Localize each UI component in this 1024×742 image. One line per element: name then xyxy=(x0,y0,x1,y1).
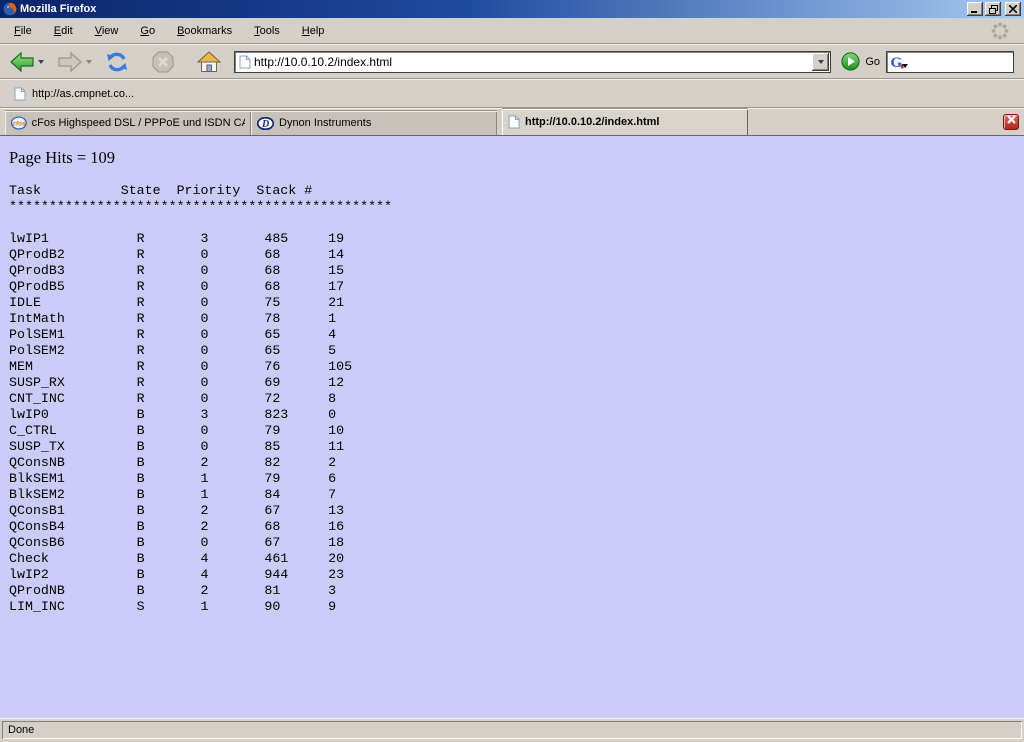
go-button[interactable]: Go xyxy=(841,52,880,71)
page-icon xyxy=(14,87,26,101)
bookmark-item[interactable]: http://as.cmpnet.co... xyxy=(8,84,140,104)
tab-index-active[interactable]: http://10.0.10.2/index.html xyxy=(502,108,748,135)
menu-edit[interactable]: Edit xyxy=(46,22,81,40)
reload-button[interactable] xyxy=(104,49,130,75)
titlebar: Mozilla Firefox xyxy=(0,0,1024,18)
home-icon xyxy=(197,51,221,73)
page-icon xyxy=(239,55,251,69)
menu-help[interactable]: Help xyxy=(294,22,333,40)
close-icon xyxy=(1009,5,1017,13)
firefox-icon xyxy=(3,2,17,16)
svg-text:G: G xyxy=(891,55,903,70)
back-button[interactable] xyxy=(8,50,36,74)
menu-go[interactable]: Go xyxy=(132,22,163,40)
tab-label: cFos Highspeed DSL / PPPoE und ISDN CAP.… xyxy=(32,117,245,129)
throbber-icon xyxy=(990,21,1010,41)
menubar: File Edit View Go Bookmarks Tools Help xyxy=(0,18,1024,44)
minimize-button[interactable] xyxy=(967,2,983,16)
menu-tools[interactable]: Tools xyxy=(246,22,288,40)
menu-view[interactable]: View xyxy=(87,22,127,40)
bookmark-label: http://as.cmpnet.co... xyxy=(32,88,134,100)
page-hits-text: Page Hits = 109 xyxy=(9,148,1024,168)
window-title: Mozilla Firefox xyxy=(20,3,967,15)
restore-button[interactable] xyxy=(985,2,1001,16)
back-dropdown[interactable] xyxy=(36,52,46,72)
browser-window: Mozilla Firefox File Edit View Go Bookma… xyxy=(0,0,1024,742)
url-dropdown[interactable] xyxy=(812,53,829,71)
stop-icon xyxy=(151,50,175,74)
tab-label: http://10.0.10.2/index.html xyxy=(525,116,659,128)
go-label: Go xyxy=(865,56,880,68)
search-box: G xyxy=(886,51,1014,73)
tab-close-button[interactable] xyxy=(1003,114,1019,130)
dynon-icon: D xyxy=(257,117,274,130)
forward-button[interactable] xyxy=(56,50,84,74)
page-icon xyxy=(508,115,520,129)
svg-text:cfos: cfos xyxy=(12,121,26,128)
menu-bookmarks[interactable]: Bookmarks xyxy=(169,22,240,40)
status-text: Done xyxy=(2,721,1022,739)
task-table: Task State Priority Stack # ************… xyxy=(9,183,1024,615)
go-icon xyxy=(841,52,860,71)
svg-text:D: D xyxy=(261,119,269,130)
back-icon xyxy=(9,51,35,73)
forward-dropdown[interactable] xyxy=(84,52,94,72)
navigation-toolbar: Go G xyxy=(0,44,1024,79)
cfos-icon: cfos xyxy=(11,116,27,130)
forward-icon xyxy=(57,51,83,73)
tab-label: Dynon Instruments xyxy=(279,117,371,129)
home-button[interactable] xyxy=(196,50,222,74)
bookmarks-toolbar: http://as.cmpnet.co... xyxy=(0,79,1024,108)
tab-dynon[interactable]: D Dynon Instruments xyxy=(251,110,497,135)
search-input[interactable] xyxy=(908,55,1010,69)
restore-icon xyxy=(989,5,998,14)
menu-file[interactable]: File xyxy=(6,22,40,40)
url-input[interactable] xyxy=(251,55,812,69)
page-content: Page Hits = 109 Task State Priority Stac… xyxy=(0,136,1024,718)
tab-cfos[interactable]: cfos cFos Highspeed DSL / PPPoE und ISDN… xyxy=(5,110,251,135)
minimize-icon xyxy=(971,5,979,13)
close-tab-icon xyxy=(1007,115,1016,124)
url-bar xyxy=(234,51,831,73)
reload-icon xyxy=(105,50,129,74)
tab-bar: cfos cFos Highspeed DSL / PPPoE und ISDN… xyxy=(0,108,1024,136)
stop-button[interactable] xyxy=(150,49,176,75)
status-bar: Done xyxy=(0,718,1024,742)
close-button[interactable] xyxy=(1005,2,1021,16)
